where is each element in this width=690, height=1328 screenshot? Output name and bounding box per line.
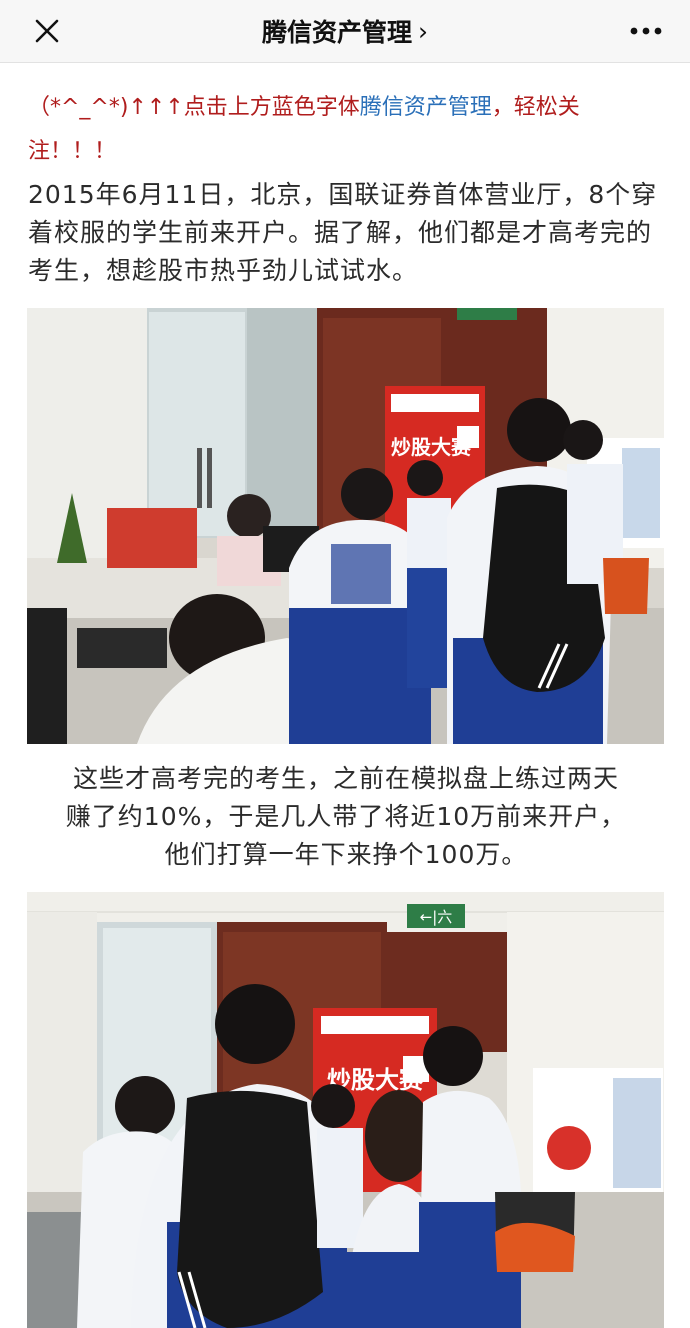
paragraph-details-line-2: 赚了约10%，于是几人带了将近10万前来开户， bbox=[65, 802, 627, 831]
exit-sign-text: ←|六 bbox=[420, 908, 453, 926]
paragraph-intro: 2015年6月11日，北京，国联证券首体营业厅，8个穿着校服的学生前来开户。据了… bbox=[28, 180, 658, 285]
paragraph-details-line-3: 他们打算一年下来挣个100万。 bbox=[164, 840, 528, 869]
account-title-link[interactable]: 腾信资产管理 › bbox=[0, 0, 690, 62]
paragraph-details-line-1: 这些才高考完的考生，之前在模拟盘上练过两天 bbox=[72, 764, 619, 793]
article-photo-1[interactable]: 炒股大赛 bbox=[27, 308, 664, 744]
chevron-right-icon: › bbox=[418, 16, 428, 46]
account-title: 腾信资产管理 bbox=[261, 18, 412, 47]
more-button[interactable] bbox=[624, 12, 668, 50]
navigation-bar: 腾信资产管理 › bbox=[0, 0, 690, 63]
follow-prompt: （*^_^*)↑↑↑点击上方蓝色字体腾信资产管理，轻松关注！！！ bbox=[28, 86, 648, 174]
account-name-link[interactable]: 腾信资产管理 bbox=[360, 95, 492, 120]
follow-prompt-prefix: （*^_^*)↑↑↑点击上方蓝色字体 bbox=[28, 95, 360, 120]
article-photo-2[interactable]: ←|六 炒股大赛 bbox=[27, 892, 664, 1328]
paragraph-details: 这些才高考完的考生，之前在模拟盘上练过两天 赚了约10%，于是几人带了将近10万… bbox=[28, 760, 664, 874]
more-icon bbox=[630, 27, 662, 35]
